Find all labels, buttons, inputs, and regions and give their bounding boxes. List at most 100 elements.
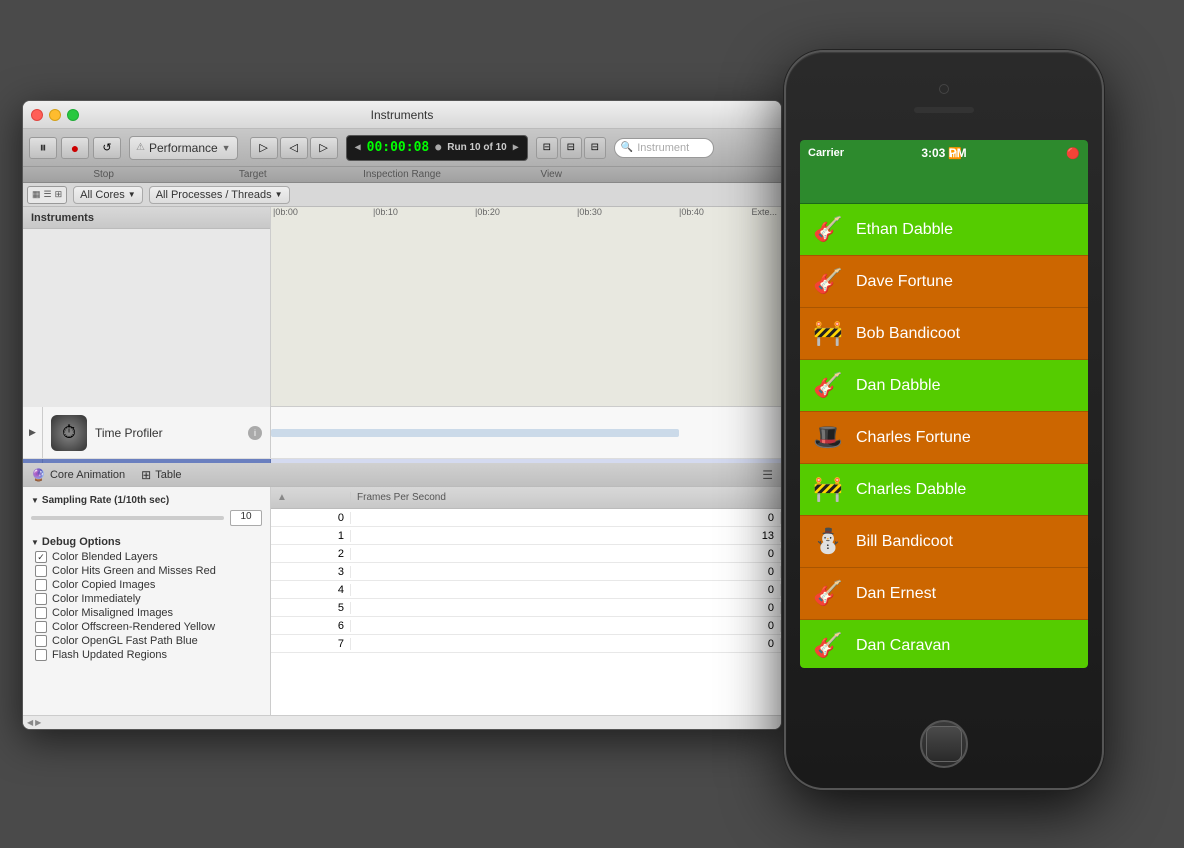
td-val-7: 0: [351, 638, 781, 650]
name-dan-caravan: Dan Caravan: [856, 637, 950, 655]
checkbox-input-misaligned[interactable]: [35, 607, 47, 619]
threads-selector[interactable]: All Processes / Threads ▼: [149, 186, 290, 204]
checkbox-color-blended[interactable]: ✓ Color Blended Layers: [31, 550, 262, 564]
time-profiler-row: ▶ ⏱ Time Profiler i: [23, 407, 781, 459]
fullscreen-button[interactable]: [67, 109, 79, 121]
list-item-dave-fortune[interactable]: 🎸 Dave Fortune: [800, 256, 1088, 308]
td-idx-3: 3: [271, 566, 351, 578]
filter-bar: ▦ ☰ ⊞ All Cores ▼ All Processes / Thread…: [23, 183, 781, 207]
time-profiler-info: ⏱ Time Profiler i: [43, 407, 271, 458]
sampling-control: 10: [31, 506, 262, 530]
td-val-0: 0: [351, 512, 781, 524]
clock-icon: ⏱: [62, 422, 76, 443]
timeline-area: |0b:00 |0b:10 |0b:20 |0b:30 |0b:40 Exte.…: [271, 207, 781, 407]
status-bar: Carrier 📶 3:03 PM 🔴: [800, 140, 1088, 166]
td-val-4: 0: [351, 584, 781, 596]
time-profiler-icon: ⏱: [51, 415, 87, 451]
toolbar: ⏸ ● ↺ ⚠ Performance ▼ ▷ ◁ ▷ ◀ 00:00:08 ●…: [23, 129, 781, 167]
checkbox-input-blended[interactable]: ✓: [35, 551, 47, 563]
checkbox-input-copied[interactable]: [35, 579, 47, 591]
view-split-button[interactable]: ⊟: [536, 137, 558, 159]
pause-button[interactable]: ⏸: [29, 137, 57, 159]
name-ethan-dabble: Ethan Dabble: [856, 221, 953, 239]
window-title: Instruments: [371, 108, 434, 122]
inspection-next-button[interactable]: ▷: [310, 137, 338, 159]
titlebar: Instruments: [23, 101, 781, 129]
iphone-power-button[interactable]: [1102, 252, 1104, 296]
checkbox-color-opengl[interactable]: Color OpenGL Fast Path Blue: [31, 634, 262, 648]
list-item-charles-fortune[interactable]: 🎩 Charles Fortune: [800, 412, 1088, 464]
checkbox-color-immediately[interactable]: Color Immediately: [31, 592, 262, 606]
list-item-bill-bandicoot[interactable]: ⛄ Bill Bandicoot: [800, 516, 1088, 568]
checkbox-input-opengl[interactable]: [35, 635, 47, 647]
view-full-button[interactable]: ⊟: [560, 137, 582, 159]
split-icon: ⊞: [55, 189, 63, 200]
td-idx-2: 2: [271, 548, 351, 560]
table-tab-label: Table: [155, 469, 181, 481]
table-row-6: 6 0: [271, 617, 781, 635]
iphone-screen: Carrier 📶 3:03 PM 🔴 🎸 Ethan Dabble 🎸 Dav…: [800, 140, 1088, 668]
checkbox-color-copied[interactable]: Color Copied Images: [31, 578, 262, 592]
time-profiler-info-btn[interactable]: i: [248, 426, 262, 440]
icon-guitar-5: 🎸: [808, 626, 848, 666]
checkbox-label-hits: Color Hits Green and Misses Red: [52, 565, 216, 577]
search-bar[interactable]: 🔍 Instrument: [614, 138, 714, 158]
iphone-volume-buttons: [784, 212, 786, 276]
sampling-slider[interactable]: [31, 516, 224, 520]
tab-table[interactable]: ⊞ Table: [141, 468, 181, 482]
checkbox-input-flash[interactable]: [35, 649, 47, 661]
volume-up-button[interactable]: [784, 212, 786, 240]
scroll-left-icon[interactable]: ◀: [27, 718, 33, 727]
table-tab-icon: ⊞: [141, 468, 151, 482]
checkbox-label-offscreen: Color Offscreen-Rendered Yellow: [52, 621, 215, 633]
td-idx-6: 6: [271, 620, 351, 632]
checkbox-input-immediately[interactable]: [35, 593, 47, 605]
row-expander-time[interactable]: ▶: [23, 407, 43, 458]
name-dan-ernest: Dan Ernest: [856, 585, 936, 603]
timer-display: ◀ 00:00:08 ● Run 10 of 10 ▶: [346, 135, 528, 161]
grid-icon: ▦: [32, 189, 41, 200]
tab-core-animation[interactable]: 🔮 Core Animation: [31, 468, 125, 482]
record-button[interactable]: ●: [61, 137, 89, 159]
view-toggle[interactable]: ▦ ☰ ⊞: [27, 186, 67, 204]
mac-window: Instruments ⏸ ● ↺ ⚠ Performance ▼ ▷ ◁ ▷ …: [22, 100, 782, 730]
checkbox-flash-updated[interactable]: Flash Updated Regions: [31, 648, 262, 662]
inspection-start-button[interactable]: ▷: [250, 137, 278, 159]
bottom-panel: 🔮 Core Animation ⊞ Table ☰ ▼ Sampling Ra…: [23, 463, 781, 729]
sampling-value-input[interactable]: 10: [230, 510, 262, 526]
target-selector[interactable]: ⚠ Performance ▼: [129, 136, 238, 160]
cores-selector[interactable]: All Cores ▼: [73, 186, 143, 204]
bottom-content: ▼ Sampling Rate (1/10th sec) 10 ▼ Debug …: [23, 487, 781, 715]
expand-icon: ▶: [29, 427, 36, 438]
refresh-button[interactable]: ↺: [93, 137, 121, 159]
table-row-2: 2 0: [271, 545, 781, 563]
minimize-button[interactable]: [49, 109, 61, 121]
panel-menu-btn[interactable]: ☰: [762, 468, 773, 482]
inspection-buttons: ▷ ◁ ▷: [250, 137, 338, 159]
timer-value: 00:00:08: [367, 140, 430, 155]
list-item-dan-dabble[interactable]: 🎸 Dan Dabble: [800, 360, 1088, 412]
iphone-speaker: [914, 107, 974, 113]
scroll-right-icon[interactable]: ▶: [35, 718, 41, 727]
list-item-ethan-dabble[interactable]: 🎸 Ethan Dabble: [800, 204, 1088, 256]
iphone-camera: [939, 84, 949, 94]
checkbox-input-hits[interactable]: [35, 565, 47, 577]
checkbox-input-offscreen[interactable]: [35, 621, 47, 633]
search-placeholder: Instrument: [637, 142, 689, 154]
list-item-charles-dabble[interactable]: 🚧 Charles Dabble: [800, 464, 1088, 516]
checkbox-color-misaligned[interactable]: Color Misaligned Images: [31, 606, 262, 620]
iphone-body: Carrier 📶 3:03 PM 🔴 🎸 Ethan Dabble 🎸 Dav…: [784, 50, 1104, 790]
list-item-bob-bandicoot[interactable]: 🚧 Bob Bandicoot: [800, 308, 1088, 360]
home-button[interactable]: [920, 720, 968, 768]
checkbox-color-offscreen[interactable]: Color Offscreen-Rendered Yellow: [31, 620, 262, 634]
traffic-lights: [31, 109, 79, 121]
checkbox-color-hits[interactable]: Color Hits Green and Misses Red: [31, 564, 262, 578]
close-button[interactable]: [31, 109, 43, 121]
debug-label: Debug Options: [42, 536, 121, 548]
list-item-dan-caravan[interactable]: 🎸 Dan Caravan: [800, 620, 1088, 668]
list-item-dan-ernest[interactable]: 🎸 Dan Ernest: [800, 568, 1088, 620]
icon-cone: 🚧: [808, 314, 848, 354]
inspection-prev-button[interactable]: ◁: [280, 137, 308, 159]
view-list-button[interactable]: ⊟: [584, 137, 606, 159]
volume-down-button[interactable]: [784, 248, 786, 276]
